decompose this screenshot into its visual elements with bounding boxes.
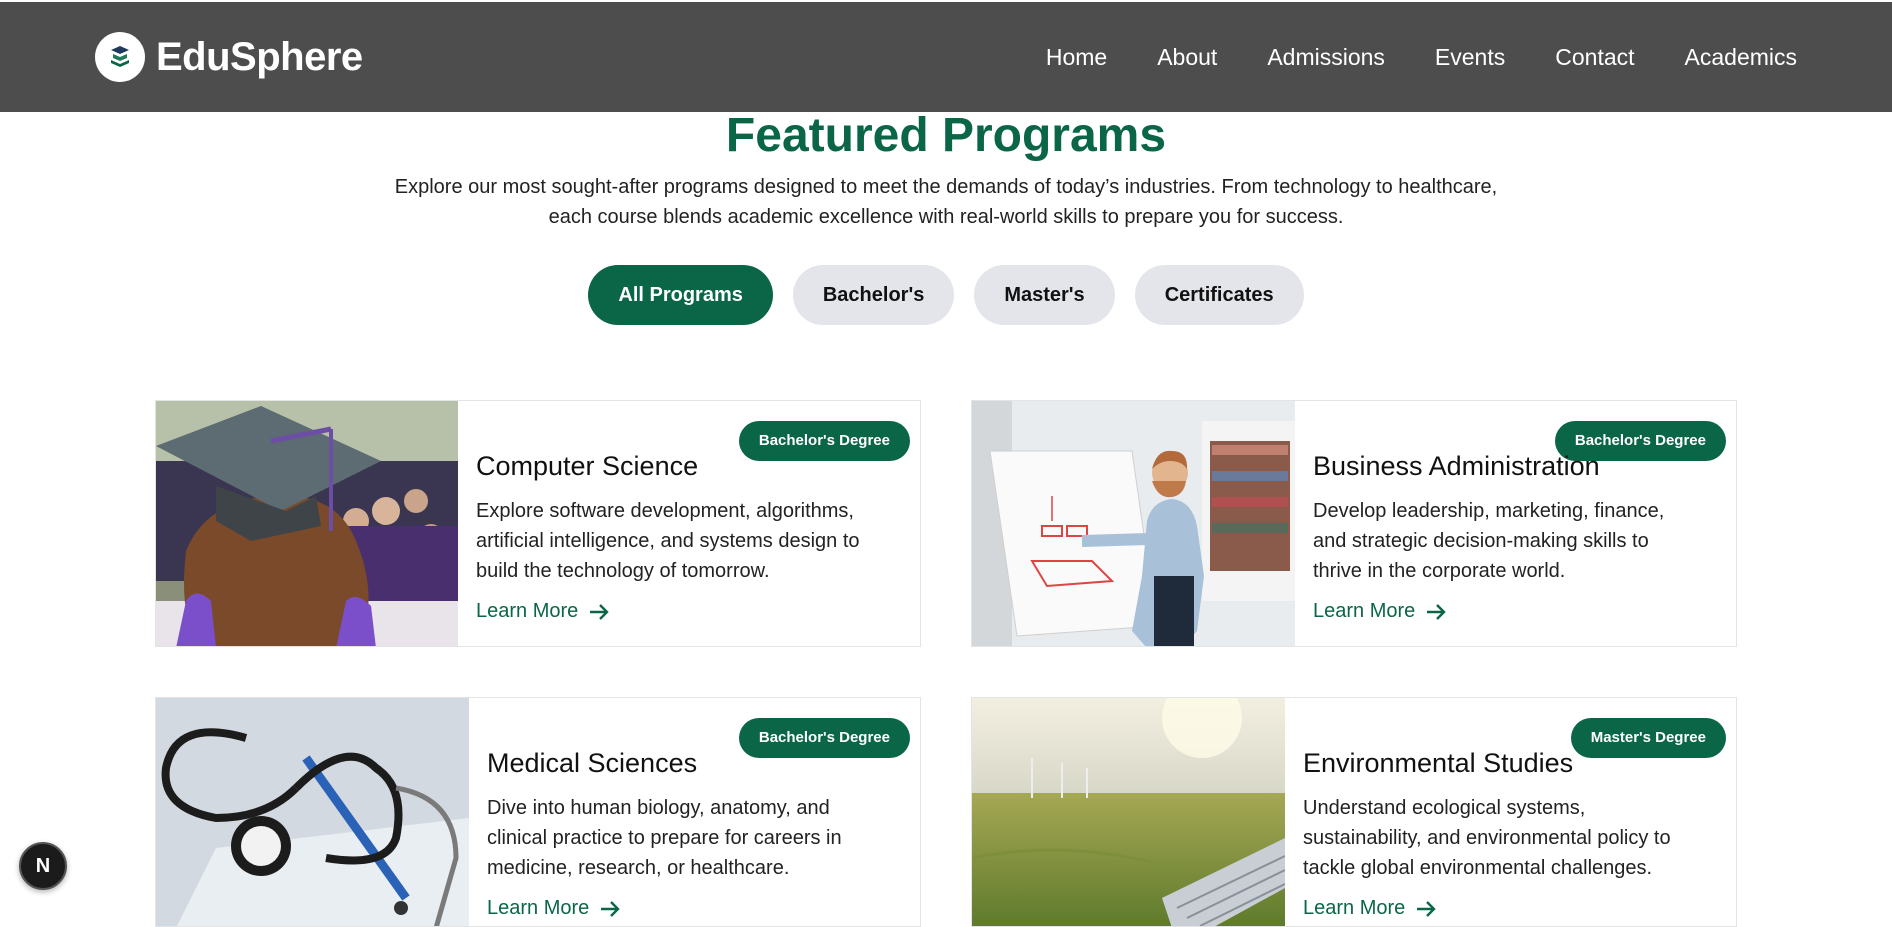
learn-more-link[interactable]: Learn More <box>1313 600 1447 623</box>
description-line-1: Explore our most sought-after programs d… <box>394 176 1498 198</box>
program-filters: All Programs Bachelor's Master's Certifi… <box>0 265 1892 325</box>
degree-badge: Bachelor's Degree <box>738 421 910 461</box>
program-card-business-administration: Bachelor's Degree Business Administratio… <box>971 400 1737 647</box>
card-body: Bachelor's Degree Business Administratio… <box>1293 401 1736 646</box>
learn-more-label: Learn More <box>487 897 590 919</box>
card-body: Bachelor's Degree Medical Sciences Dive … <box>467 698 920 926</box>
nav-about[interactable]: About <box>1157 44 1217 71</box>
arrow-right-icon <box>1417 900 1436 917</box>
arrow-right-icon <box>590 603 609 620</box>
learn-more-label: Learn More <box>1313 600 1416 622</box>
filter-masters[interactable]: Master's <box>974 265 1115 325</box>
program-title: Medical Sciences <box>487 748 698 778</box>
program-card-computer-science: Bachelor's Degree Computer Science Explo… <box>155 400 921 647</box>
nav-academics[interactable]: Academics <box>1685 44 1797 71</box>
filter-all-programs[interactable]: All Programs <box>588 265 773 325</box>
site-header: EduSphere Home About Admissions Events C… <box>0 2 1892 112</box>
presentation-photo <box>972 401 1295 646</box>
learn-more-link[interactable]: Learn More <box>476 600 610 623</box>
graduation-photo <box>156 401 458 646</box>
description-line-2: each course blends academic excellence w… <box>548 206 1344 228</box>
program-title: Business Administration <box>1313 451 1600 481</box>
brand-name: EduSphere <box>156 34 363 79</box>
program-description: Dive into human biology, anatomy, and cl… <box>487 797 842 879</box>
program-title: Environmental Studies <box>1303 748 1574 778</box>
arrow-right-icon <box>1427 603 1446 620</box>
program-description: Explore software development, algorithms… <box>476 500 860 582</box>
program-description: Understand ecological systems, sustainab… <box>1303 797 1671 879</box>
main-nav: Home About Admissions Events Contact Aca… <box>996 44 1797 71</box>
learn-more-link[interactable]: Learn More <box>1303 897 1437 920</box>
card-body: Bachelor's Degree Computer Science Explo… <box>456 401 920 646</box>
filter-certificates[interactable]: Certificates <box>1134 265 1304 325</box>
stethoscope-photo <box>156 698 469 926</box>
learn-more-link[interactable]: Learn More <box>487 897 621 920</box>
nav-admissions[interactable]: Admissions <box>1267 44 1385 71</box>
program-description: Develop leadership, marketing, finance, … <box>1313 500 1665 582</box>
program-card-environmental-studies: Master's Degree Environmental Studies Un… <box>971 697 1737 927</box>
learn-more-label: Learn More <box>1303 897 1406 919</box>
nextjs-dev-indicator-button[interactable]: N <box>19 842 67 890</box>
nav-events[interactable]: Events <box>1435 44 1505 71</box>
book-stack-icon <box>95 32 145 82</box>
learn-more-label: Learn More <box>476 600 579 622</box>
nav-home[interactable]: Home <box>1046 44 1107 71</box>
program-card-medical-sciences: Bachelor's Degree Medical Sciences Dive … <box>155 697 921 927</box>
card-body: Master's Degree Environmental Studies Un… <box>1283 698 1736 926</box>
program-title: Computer Science <box>476 451 699 481</box>
brand-logo[interactable]: EduSphere <box>95 32 363 82</box>
degree-badge: Bachelor's Degree <box>738 718 910 758</box>
wind-farm-photo <box>972 698 1286 926</box>
section-title: Featured Programs <box>725 109 1167 162</box>
filter-bachelors[interactable]: Bachelor's <box>792 265 955 325</box>
degree-badge: Master's Degree <box>1570 718 1726 758</box>
section-description: Explore our most sought-after programs d… <box>380 172 1512 232</box>
nav-contact[interactable]: Contact <box>1555 44 1634 71</box>
arrow-right-icon <box>601 900 620 917</box>
